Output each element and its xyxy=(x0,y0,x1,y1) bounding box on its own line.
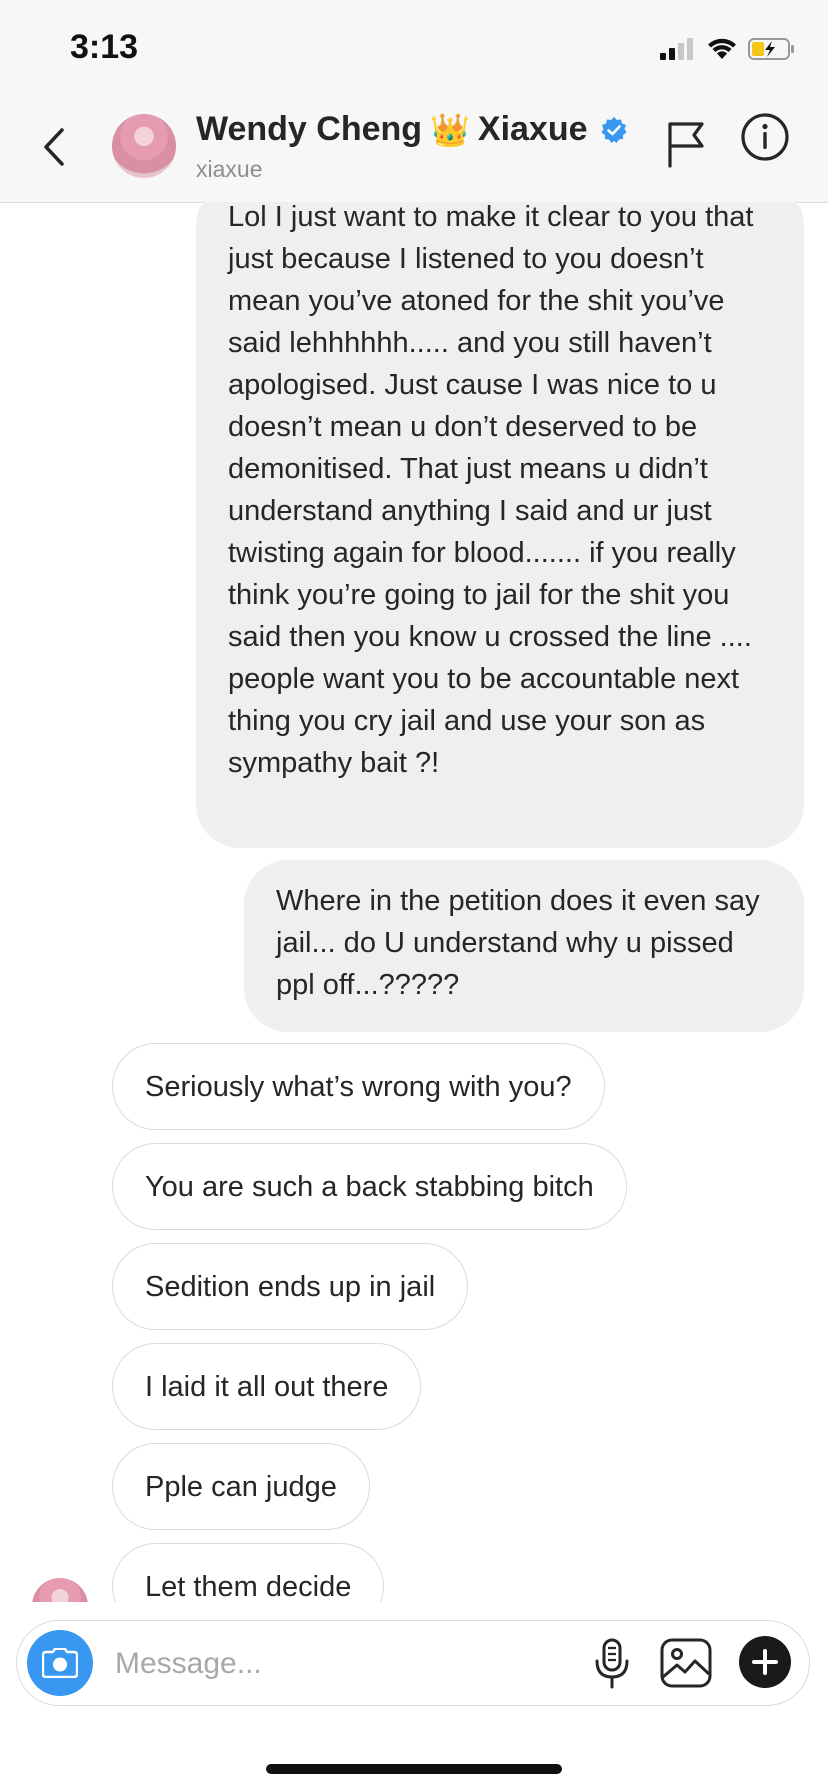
message-thread[interactable]: Lol I just want to make it clear to you … xyxy=(0,202,828,1602)
contact-name: Wendy Cheng xyxy=(196,110,423,148)
status-icons xyxy=(660,34,796,64)
message-composer xyxy=(16,1620,810,1706)
plus-icon[interactable] xyxy=(739,1636,791,1688)
microphone-icon[interactable] xyxy=(587,1637,637,1691)
signal-icon xyxy=(660,38,693,60)
received-message[interactable]: Seriously what’s wrong with you? xyxy=(112,1043,605,1130)
contact-username: xiaxue xyxy=(196,156,263,182)
flag-icon[interactable] xyxy=(664,116,708,170)
verified-badge-icon xyxy=(601,116,627,143)
avatar[interactable] xyxy=(112,114,176,178)
sent-message[interactable]: Where in the petition does it even say j… xyxy=(244,860,804,1032)
crown-emoji: 👑 xyxy=(430,111,470,148)
camera-button[interactable] xyxy=(27,1630,93,1696)
chevron-left-icon[interactable] xyxy=(36,122,76,172)
status-time: 3:13 xyxy=(70,28,139,66)
received-message[interactable]: Sedition ends up in jail xyxy=(112,1243,469,1330)
received-message[interactable]: You are such a back stabbing bitch xyxy=(112,1143,627,1230)
chat-header: Wendy Cheng 👑 Xiaxue xiaxue xyxy=(0,92,828,203)
battery-icon xyxy=(748,38,794,60)
sent-message[interactable]: Lol I just want to make it clear to you … xyxy=(196,202,804,848)
message-input[interactable] xyxy=(113,1639,487,1689)
received-message[interactable]: Let them decide xyxy=(112,1543,385,1602)
image-icon[interactable] xyxy=(659,1637,713,1689)
received-message[interactable]: Pple can judge xyxy=(112,1443,370,1530)
info-icon[interactable] xyxy=(740,112,790,162)
wifi-icon xyxy=(708,38,736,59)
contact-name-suffix: Xiaxue xyxy=(477,110,588,148)
received-message[interactable]: I laid it all out there xyxy=(112,1343,422,1430)
chat-title[interactable]: Wendy Cheng 👑 Xiaxue xyxy=(196,110,628,149)
status-bar: 3:13 xyxy=(0,0,828,92)
home-indicator[interactable] xyxy=(266,1764,562,1774)
sender-avatar[interactable] xyxy=(32,1578,88,1602)
camera-icon xyxy=(42,1648,78,1678)
